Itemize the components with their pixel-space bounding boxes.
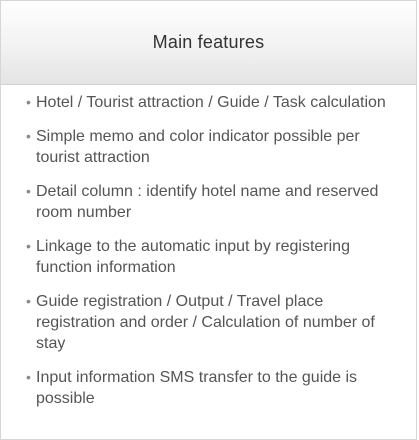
- feature-item-linkage: • Linkage to the automatic input by regi…: [26, 236, 392, 278]
- feature-item-memo-color: • Simple memo and color indicator possib…: [26, 126, 392, 168]
- features-panel: Main features • Hotel / Tourist attracti…: [0, 0, 417, 440]
- bullet-icon: •: [26, 238, 31, 254]
- bullet-icon: •: [26, 293, 31, 309]
- panel-title: Main features: [152, 32, 265, 52]
- panel-header: Main features: [1, 1, 416, 85]
- feature-text: Guide registration / Output / Travel pla…: [36, 293, 375, 352]
- feature-text: Simple memo and color indicator possible…: [36, 128, 360, 166]
- feature-item-sms-transfer: • Input information SMS transfer to the …: [26, 367, 392, 409]
- feature-text: Hotel / Tourist attraction / Guide / Tas…: [36, 94, 386, 111]
- feature-text: Input information SMS transfer to the gu…: [36, 369, 358, 407]
- feature-text: Linkage to the automatic input by regist…: [36, 238, 350, 276]
- feature-text: Detail column : identify hotel name and …: [36, 183, 379, 221]
- bullet-icon: •: [26, 94, 31, 110]
- feature-item-detail-column: • Detail column : identify hotel name an…: [26, 181, 392, 223]
- feature-list: • Hotel / Tourist attraction / Guide / T…: [1, 85, 416, 409]
- feature-item-task-calculation: • Hotel / Tourist attraction / Guide / T…: [26, 92, 392, 113]
- bullet-icon: •: [26, 128, 31, 144]
- bullet-icon: •: [26, 183, 31, 199]
- feature-item-guide-registration: • Guide registration / Output / Travel p…: [26, 291, 392, 354]
- bullet-icon: •: [26, 369, 31, 385]
